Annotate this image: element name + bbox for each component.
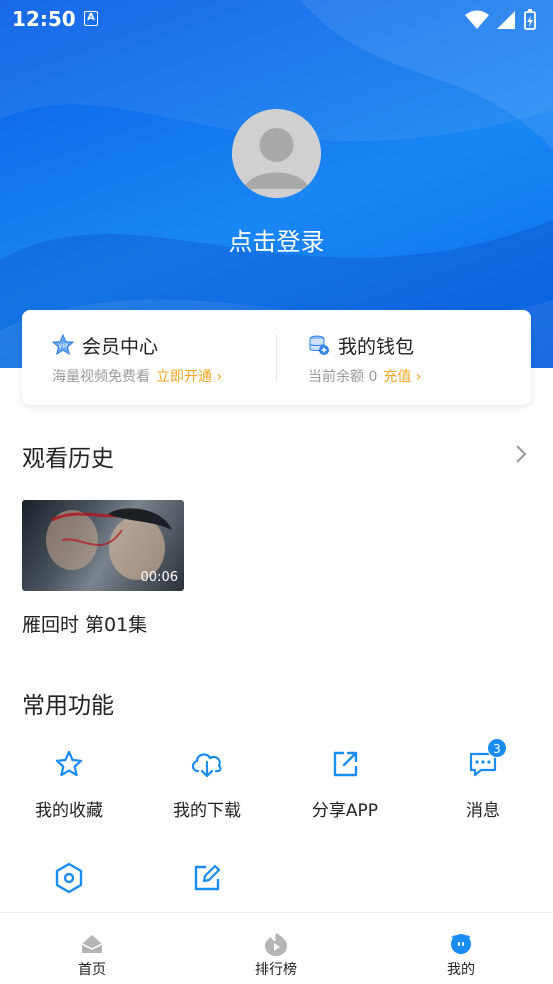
notification-a-icon: A [84,11,98,26]
downloads-button[interactable]: 我的下载 [138,744,276,821]
tab-ranking-label: 排行榜 [255,962,297,978]
bottom-tab-bar: 首页 排行榜 我的 [0,912,553,984]
settings-button[interactable] [0,858,138,910]
history-video-title[interactable]: 雁回时 第01集 [22,610,147,637]
home-icon [81,935,103,953]
signal-icon [497,11,515,29]
vip-subtitle: 海量视频免费看 [52,369,150,385]
edit-icon [194,864,221,891]
video-duration: 00:06 [140,570,178,585]
vip-center[interactable]: VIP 会员中心 海量视频免费看 立即开通 › [52,331,222,386]
wallet-balance: 当前余额 0 [308,369,378,385]
history-more-chevron-icon[interactable] [515,444,527,464]
star-icon [55,750,83,777]
tab-mine[interactable]: 我的 [401,931,521,979]
status-time: 12:50 [12,7,76,31]
card-divider [276,334,277,382]
wallet-coins-icon [309,335,329,355]
vip-star-icon: VIP [52,334,74,356]
tab-mine-label: 我的 [447,962,475,978]
status-bar: 12:50 A [0,0,553,38]
svg-text:VIP: VIP [58,343,68,350]
messages-label: 消息 [466,801,500,821]
edit-button[interactable] [138,858,276,910]
wallet[interactable]: 我的钱包 当前余额 0 充值 › [308,331,421,386]
messages-badge: 3 [487,738,507,758]
default-avatar-icon [232,109,321,198]
ranking-icon [265,933,287,956]
wallet-recharge-link[interactable]: 充值 › [383,369,421,385]
share-app-label: 分享APP [311,801,379,821]
settings-icon [55,862,83,894]
profile-icon [451,934,471,954]
favorites-label: 我的收藏 [35,801,103,821]
vip-open-link[interactable]: 立即开通 › [156,369,222,385]
history-title: 观看历史 [22,446,114,472]
cloud-download-icon [191,753,222,778]
messages-button[interactable]: 消息 [414,744,552,821]
downloads-label: 我的下载 [173,801,241,821]
avatar[interactable] [232,109,321,198]
favorites-button[interactable]: 我的收藏 [0,744,138,821]
vip-title: 会员中心 [82,335,159,358]
wifi-icon [465,10,489,29]
wallet-title: 我的钱包 [338,335,415,358]
history-video-thumbnail[interactable]: 00:06 [22,500,184,591]
system-status-icons [465,9,536,30]
tab-home-label: 首页 [78,962,106,978]
functions-title: 常用功能 [22,693,114,719]
share-app-button[interactable]: 分享APP [276,744,414,821]
login-button[interactable]: 点击登录 [0,222,553,257]
tab-ranking[interactable]: 排行榜 [216,931,336,979]
tab-home[interactable]: 首页 [32,931,152,979]
member-wallet-card: VIP 会员中心 海量视频免费看 立即开通 › 我的钱包 当前余额 0 充值 › [22,310,531,405]
share-icon [333,751,358,777]
